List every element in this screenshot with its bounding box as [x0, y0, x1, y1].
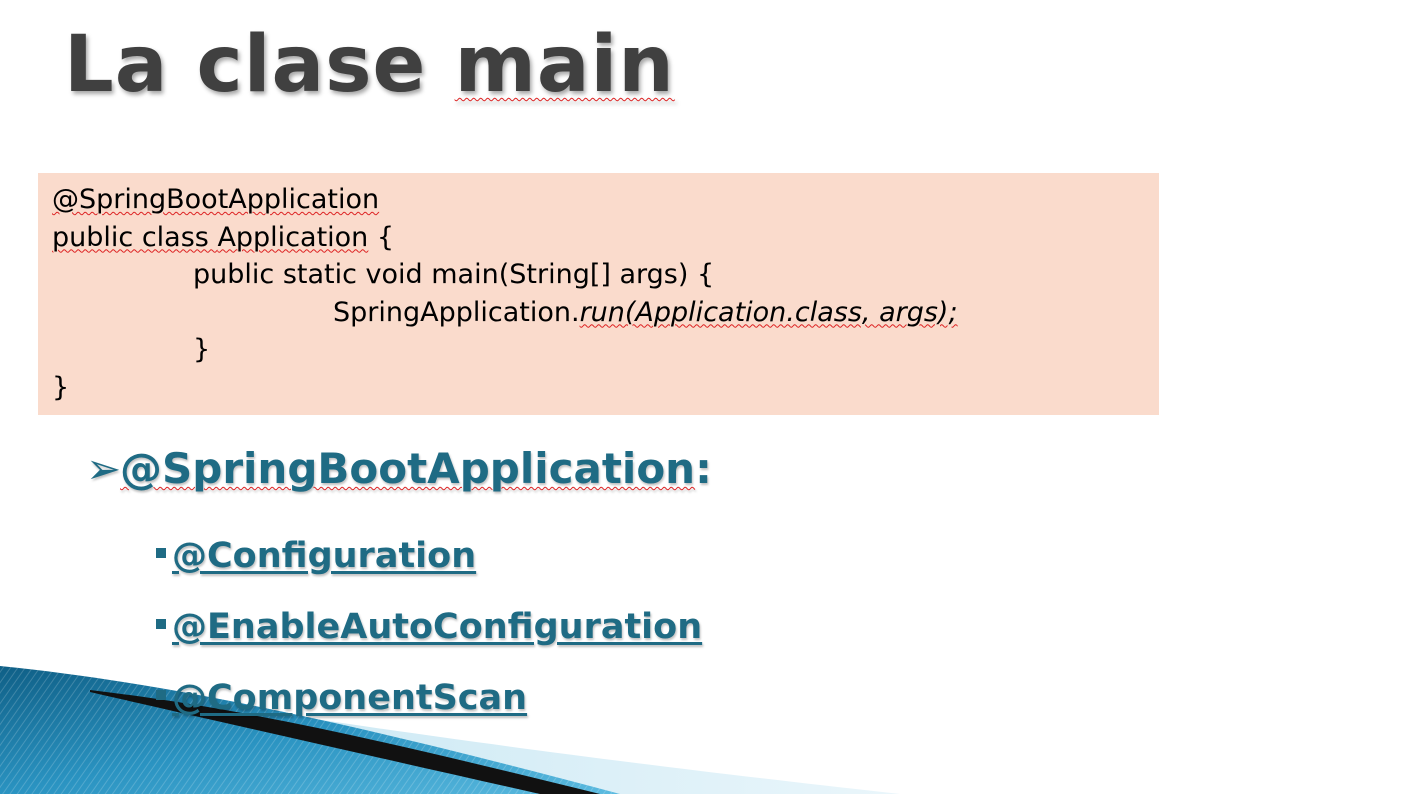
method-close-brace: }	[193, 334, 211, 365]
sub-bullet-label: @ComponentScan	[172, 678, 528, 718]
code-line-6: }	[52, 369, 1159, 407]
slide: La clase main @SpringBootApplication pub…	[0, 0, 1407, 794]
main-bullet-colon: :	[695, 444, 712, 493]
square-bullet-icon	[156, 690, 166, 700]
class-close-brace: }	[52, 371, 70, 403]
square-bullet-icon	[156, 548, 166, 558]
run-call-prefix: SpringApplication.	[333, 296, 580, 328]
main-bullet-label: @SpringBootApplication	[120, 444, 696, 493]
code-line-5: }	[52, 331, 1159, 369]
main-signature-text: public static void main(String[] args) {	[193, 259, 715, 290]
brace-open-text: {	[368, 221, 395, 253]
code-block: @SpringBootApplication public class Appl…	[38, 173, 1159, 415]
square-bullet-icon	[156, 619, 166, 629]
sub-bullet-configuration: @Configuration	[156, 536, 476, 576]
sub-bullet-label: @Configuration	[172, 536, 477, 576]
title-keyword: main	[454, 20, 675, 110]
run-call-args: run(Application.class, args);	[579, 296, 958, 328]
code-line-1: @SpringBootApplication	[52, 181, 1159, 219]
annotation-text: @SpringBootApplication	[52, 184, 380, 215]
slide-title: La clase main	[64, 20, 675, 110]
code-line-3: public static void main(String[] args) {	[52, 256, 1159, 294]
sub-bullet-componentscan: @ComponentScan	[156, 678, 527, 718]
class-name-text: Application	[217, 221, 369, 253]
arrow-bullet-icon: ➢	[86, 444, 122, 493]
code-line-2: public class Application {	[52, 219, 1159, 257]
title-text: La clase	[64, 20, 455, 110]
main-bullet: ➢@SpringBootApplication:	[86, 444, 712, 493]
class-keyword-text: public class	[52, 221, 218, 253]
code-line-4: SpringApplication.run(Application.class,…	[52, 294, 1159, 332]
